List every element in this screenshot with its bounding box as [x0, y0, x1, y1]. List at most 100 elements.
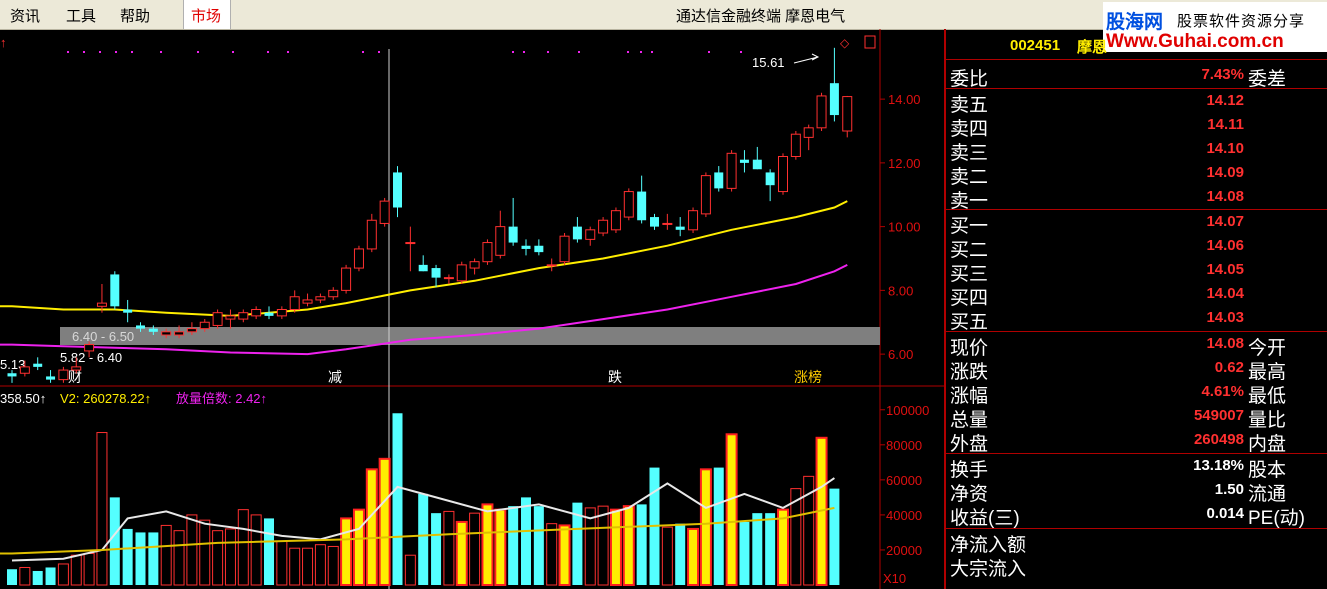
marker-dot — [267, 51, 269, 53]
volume-bar — [455, 520, 468, 586]
candle — [443, 274, 454, 284]
volume-bar — [765, 513, 776, 585]
volume-bar — [212, 530, 224, 586]
weibi-value: 7.43% — [1201, 66, 1244, 83]
candle-body — [598, 219, 609, 234]
volume-bar — [135, 532, 146, 585]
marker-dot — [83, 51, 85, 53]
row-value: 14.08 — [1206, 335, 1244, 352]
candle-body — [341, 267, 352, 291]
volume-bars — [7, 413, 840, 587]
candle — [816, 92, 827, 131]
candle-body — [58, 369, 69, 381]
sell-row: 卖三 14.10 — [946, 137, 1327, 164]
candle-body — [559, 235, 570, 263]
candle-body — [739, 159, 749, 163]
volume-bar — [521, 497, 531, 585]
volume-bar — [199, 519, 211, 586]
price-tick-label: 14.00 — [888, 92, 921, 107]
weibi-row: 委比 7.43% 委差 — [946, 63, 1327, 90]
candle-body — [700, 175, 711, 215]
stock-code: 002451 — [1010, 37, 1061, 54]
candle — [123, 299, 133, 323]
marker-dot — [523, 51, 525, 53]
candle-body — [469, 261, 480, 269]
square-icon[interactable] — [864, 35, 876, 49]
candle-body — [585, 229, 596, 240]
candle-body — [675, 226, 685, 230]
volume-bar — [622, 505, 635, 586]
row-label-secondary: PE(动) — [1248, 508, 1306, 529]
diamond-icon[interactable]: ◇ — [840, 36, 850, 50]
volume-bar — [365, 468, 378, 587]
volume-bar — [636, 504, 647, 585]
buy-row: 买四 14.04 — [946, 282, 1327, 309]
marker-dot — [197, 51, 199, 53]
volume-bar — [469, 512, 481, 586]
candle — [508, 197, 518, 246]
volume-bar — [96, 432, 108, 586]
extra-row: 净资 1.50 流通 — [946, 478, 1327, 505]
volume-bar — [32, 570, 43, 585]
weichai-label: 委差 — [1248, 69, 1287, 90]
candle — [714, 166, 724, 192]
extra-row: 换手 13.18% 股本 — [946, 454, 1327, 481]
menu-news[interactable]: 资讯 — [10, 5, 40, 26]
candle-body — [46, 376, 56, 380]
candle-body — [816, 95, 827, 129]
volume-bar — [739, 521, 750, 585]
candle — [469, 258, 480, 275]
chart-area[interactable]: 6.40 - 6.50 5.82 - 6.40 5.13 15.61 ↑ ◇ 财… — [0, 29, 944, 589]
menu-market-tab[interactable]: 市场 — [183, 0, 231, 29]
row-value: 14.11 — [1207, 116, 1244, 133]
volume-bar — [777, 508, 789, 586]
candle-body — [572, 226, 582, 240]
stat-row: 涨跌 0.62 最高 — [946, 356, 1327, 383]
menu-tools[interactable]: 工具 — [66, 5, 96, 26]
candle — [110, 271, 120, 310]
candle — [315, 293, 326, 304]
buy-row: 买五 14.03 — [946, 306, 1327, 333]
volume-axis: 100000 80000 60000 40000 20000 — [880, 403, 929, 558]
volume-bar — [160, 524, 172, 586]
volume-bar — [264, 518, 274, 585]
volume-bar — [533, 506, 544, 585]
candle — [662, 213, 673, 230]
marker-dots — [67, 51, 742, 53]
row-value: 14.03 — [1206, 309, 1244, 326]
volume-bar — [725, 433, 738, 586]
event-drop: 跌 — [608, 369, 622, 385]
volume-v2: V2: 260278.22↑ — [60, 391, 151, 406]
candle-body — [379, 200, 390, 224]
candle-body — [174, 331, 185, 336]
stat-row: 涨幅 4.61% 最低 — [946, 380, 1327, 407]
candle — [675, 217, 685, 237]
volume-bar — [352, 508, 365, 586]
event-reduce: 减 — [328, 369, 342, 385]
row-value: 1.50 — [1214, 481, 1244, 498]
candle — [842, 95, 853, 138]
candle — [521, 239, 531, 256]
candle-body — [161, 331, 172, 336]
candle — [610, 207, 621, 233]
volume-tick-label: 40000 — [886, 508, 922, 523]
marker-dot — [232, 51, 234, 53]
volume-v1: 358.50↑ — [0, 391, 46, 406]
candle-body — [123, 309, 133, 313]
candle-body — [637, 191, 647, 221]
candle-body — [405, 242, 416, 245]
menu-help[interactable]: 帮助 — [120, 5, 150, 26]
candle — [96, 284, 107, 313]
price-tick-label: 12.00 — [888, 156, 921, 171]
volume-bar — [609, 508, 622, 586]
candle-body — [765, 172, 775, 186]
row-value: 14.04 — [1206, 285, 1244, 302]
sell-row: 卖二 14.09 — [946, 161, 1327, 188]
candle — [546, 258, 557, 272]
volume-bar — [431, 513, 442, 585]
marker-dot — [99, 51, 101, 53]
candle-body — [328, 289, 339, 298]
volume-bar — [699, 468, 712, 587]
volume-bar — [546, 523, 558, 586]
volume-bar — [173, 530, 185, 586]
